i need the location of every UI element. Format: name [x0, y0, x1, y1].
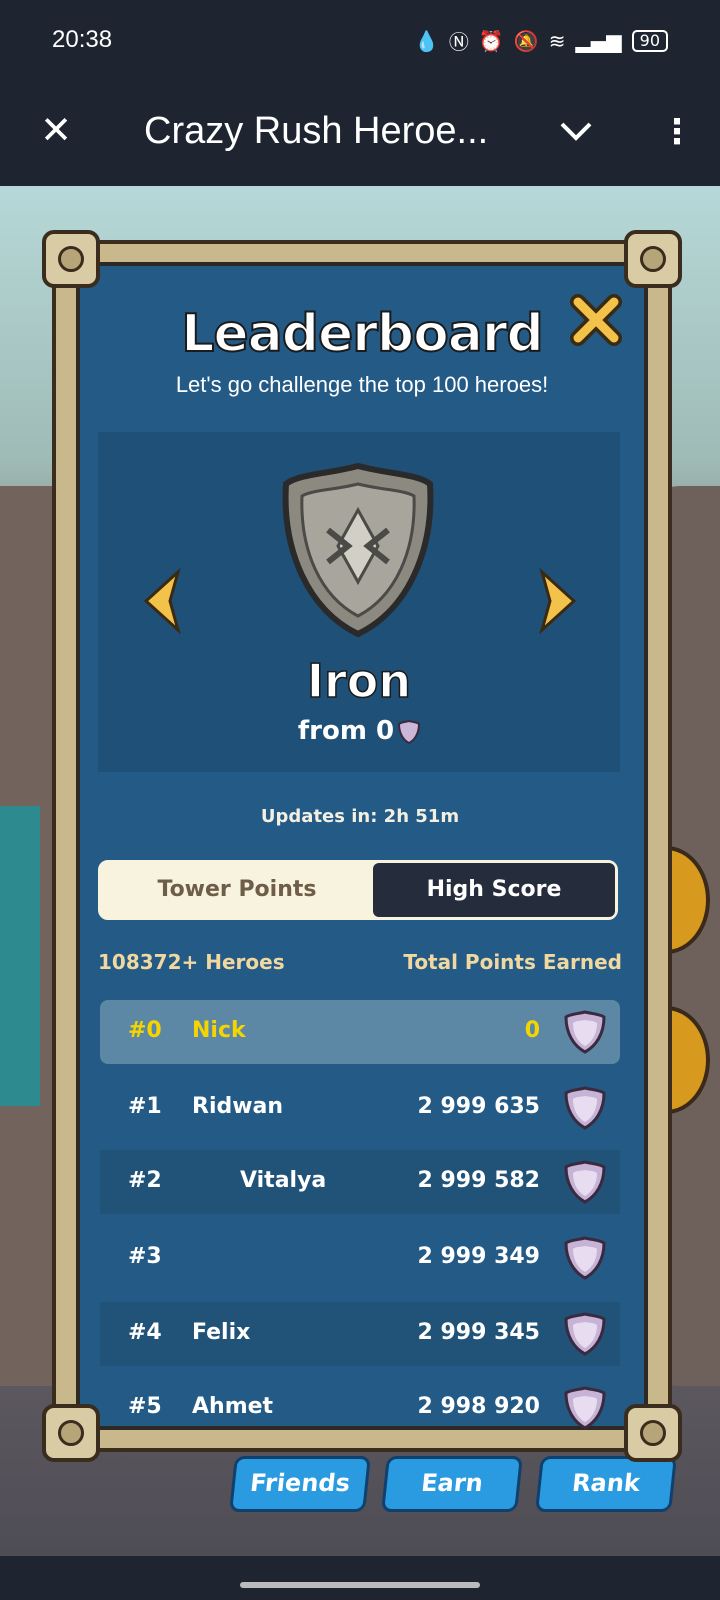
leaderboard-tabs: Tower Points High Score: [98, 860, 618, 920]
rank-threshold: from 0: [98, 716, 620, 746]
row-rank: #3: [128, 1244, 162, 1269]
panel-corner: [624, 230, 682, 288]
nfc-icon: Ⓝ: [448, 30, 469, 54]
rank-shield-icon: [564, 1312, 606, 1356]
status-icons: 💧 Ⓝ ⏰ 🔕 ≋ ▂▄▆ 90: [414, 26, 668, 55]
tab-high-score[interactable]: High Score: [373, 863, 615, 917]
rank-threshold-text: from 0: [297, 716, 395, 746]
home-indicator[interactable]: [240, 1582, 480, 1588]
row-rank: #2: [128, 1168, 162, 1193]
total-points-label: Total Points Earned: [403, 950, 622, 974]
rank-shield-icon: [564, 1386, 606, 1430]
rank-button[interactable]: Rank: [535, 1456, 677, 1512]
app-title: Crazy Rush Heroe...: [144, 110, 489, 152]
row-points: 2 998 920: [417, 1394, 540, 1419]
table-row[interactable]: #2 Vitalya 2 999 582: [100, 1150, 620, 1214]
row-points: 2 999 349: [417, 1244, 540, 1269]
status-bar: 20:38 💧 Ⓝ ⏰ 🔕 ≋ ▂▄▆ 90: [0, 0, 720, 82]
table-row-self[interactable]: #0 Nick 0: [100, 1000, 620, 1064]
friends-button[interactable]: Friends: [229, 1456, 371, 1512]
leaderboard-subtitle: Let's go challenge the top 100 heroes!: [175, 372, 549, 397]
row-name: Ridwan: [192, 1094, 284, 1119]
panel-corner: [42, 1404, 100, 1462]
row-points: 2 999 345: [417, 1320, 540, 1345]
row-name: Vitalya: [240, 1168, 327, 1193]
bell-off-icon: 🔕: [513, 28, 539, 53]
alarm-icon: ⏰: [478, 28, 504, 53]
close-panel-icon[interactable]: [568, 292, 624, 348]
heroes-count: 108372+ Heroes: [98, 950, 285, 974]
earn-button[interactable]: Earn: [381, 1456, 523, 1512]
row-name: Nick: [192, 1018, 246, 1043]
signal-icon: ▂▄▆: [575, 28, 622, 53]
panel-corner: [624, 1404, 682, 1462]
drop-icon: 💧: [414, 28, 439, 53]
row-points: 2 999 635: [417, 1094, 540, 1119]
row-rank: #5: [128, 1394, 162, 1419]
app-bar: ✕ Crazy Rush Heroe... ⋮: [0, 82, 720, 186]
table-row[interactable]: #1 Ridwan 2 999 635: [100, 1076, 620, 1140]
tab-tower-points[interactable]: Tower Points: [101, 863, 373, 917]
rank-shield-icon: [564, 1010, 606, 1054]
row-rank: #1: [128, 1094, 162, 1119]
close-icon[interactable]: ✕: [36, 106, 76, 154]
row-points: 0: [524, 1018, 540, 1043]
rank-shield-icon: [564, 1086, 606, 1130]
row-name: Ahmet: [192, 1394, 274, 1419]
previous-rank-arrow-icon[interactable]: [140, 568, 184, 634]
update-timer: Updates in: 2h 51m: [260, 806, 460, 827]
rank-shield-icon: [564, 1160, 606, 1204]
table-row[interactable]: #3 2 999 349: [100, 1226, 620, 1290]
row-name: Felix: [192, 1320, 251, 1345]
panel-corner: [42, 230, 100, 288]
row-rank: #0: [128, 1018, 162, 1043]
wifi-icon: ≋: [548, 28, 566, 53]
battery-indicator: 90: [631, 29, 668, 52]
row-points: 2 999 582: [417, 1168, 540, 1193]
rank-shield-icon: [564, 1236, 606, 1280]
points-shield-icon: [398, 719, 421, 744]
rank-name: Iron: [306, 653, 412, 709]
next-rank-arrow-icon[interactable]: [536, 568, 580, 634]
status-time: 20:38: [52, 26, 113, 53]
more-options-icon[interactable]: ⋮: [660, 108, 694, 156]
iron-shield-icon: [282, 462, 434, 638]
row-rank: #4: [128, 1320, 162, 1345]
background-banner: [0, 806, 40, 1106]
table-row[interactable]: #4 Felix 2 999 345: [100, 1302, 620, 1366]
table-row[interactable]: #5 Ahmet 2 998 920: [100, 1376, 620, 1440]
chevron-down-icon[interactable]: [556, 110, 596, 150]
